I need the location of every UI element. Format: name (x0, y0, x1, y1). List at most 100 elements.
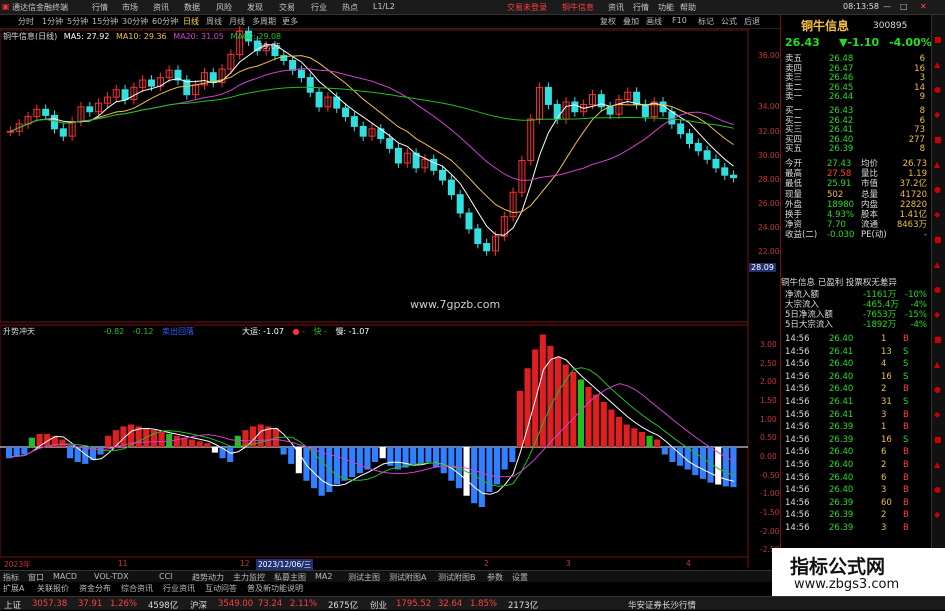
tick-side: B (903, 497, 909, 508)
tool-icon[interactable]: ● (934, 185, 943, 194)
stat-label: 股本 (861, 210, 879, 220)
candle-body (394, 147, 402, 164)
dayun-fast: 快 - (313, 327, 327, 336)
bid-row: 买一 26.43 8 (781, 107, 931, 116)
extension-tab[interactable]: 普及新功能说明 (247, 583, 303, 594)
extension-tab[interactable]: 资金分布 (79, 583, 111, 594)
tick-row: 14:56 26.40 6 B (781, 448, 931, 457)
tick-row: 14:56 26.40 3 B (781, 486, 931, 495)
tool-icon[interactable]: ■ (934, 235, 943, 244)
extension-tab[interactable]: 关联报价 (37, 583, 69, 594)
tool-icon[interactable]: ● (934, 385, 943, 394)
kline-chart-area[interactable] (0, 0, 780, 570)
indicator-bar (638, 432, 645, 447)
stat-row: 换手 4.93% 股本 1.41亿 (781, 211, 931, 220)
tool-icon[interactable]: ■ (934, 435, 943, 444)
indicator-bar (379, 447, 386, 459)
indicator-bar (173, 435, 180, 447)
indicator-bar (288, 447, 295, 464)
tick-time: 14:56 (785, 497, 810, 508)
tool-icon[interactable]: ◆ (934, 110, 943, 119)
tool-icon[interactable]: ◆ (934, 510, 943, 519)
tool-icon[interactable]: ■ (934, 35, 943, 44)
tool-icon[interactable]: ● (934, 485, 943, 494)
tick-volume: 13 (881, 346, 892, 357)
candle-body (183, 79, 191, 96)
indicator-bar (402, 447, 409, 468)
indicator-bar (204, 443, 211, 447)
tick-price: 26.40 (829, 447, 854, 458)
ask-row: 卖五 26.48 6 (781, 55, 931, 64)
extension-tab[interactable]: 互动问答 (205, 583, 237, 594)
main-pane-border (0, 29, 749, 323)
indicator-tab[interactable]: MACD (53, 572, 77, 581)
candle-body (685, 133, 693, 144)
date-label: 12 (240, 559, 250, 568)
indicator-legend: 升势冲天 -0.82 -0.12 卖出回落 (3, 326, 194, 337)
stat-value: 27.43 (827, 159, 852, 169)
close-icon[interactable]: ✕ (920, 2, 927, 11)
indicator-tab[interactable]: MA2 (315, 572, 332, 581)
index-name[interactable]: 上证 (4, 599, 21, 611)
tool-icon[interactable]: ▲ (934, 160, 943, 169)
tool-icon[interactable]: ■ (934, 135, 943, 144)
indicator-bar (196, 441, 203, 447)
candle-body (439, 169, 447, 181)
tool-icon[interactable]: ▲ (934, 460, 943, 469)
extension-tab[interactable]: 综合资讯 (121, 583, 153, 594)
brand-url: www.zbgs3.com (794, 577, 900, 592)
tick-side: B (903, 485, 909, 496)
indicator-bar (532, 349, 539, 447)
indicator-bar (631, 428, 638, 447)
date-label: 4 (686, 559, 691, 568)
stat-label: 今开 (785, 159, 803, 169)
candle-body (342, 107, 350, 118)
indicator-tab[interactable]: CCI (159, 572, 173, 581)
tick-time: 14:56 (785, 447, 810, 458)
tool-icon[interactable]: ◆ (934, 310, 943, 319)
tool-icon[interactable]: ▲ (934, 360, 943, 369)
extension-tab[interactable]: 扩展A (3, 583, 24, 594)
tick-side: S (903, 371, 909, 382)
tool-icon[interactable]: ◆ (934, 410, 943, 419)
stat-value: 4.93% (827, 210, 855, 220)
indicator-tab[interactable]: VOL-TDX (94, 572, 129, 581)
tick-side: S (903, 359, 909, 370)
stat-label: 最低 (785, 179, 803, 190)
candle-body (306, 77, 314, 93)
indicator-bar (509, 447, 516, 462)
ind-y-tick: 0.00 (760, 452, 777, 461)
tool-icon[interactable]: ■ (934, 335, 943, 344)
maximize-icon[interactable]: □ (900, 2, 908, 11)
flow-row: 净流入额 -1161万 -10% (781, 291, 931, 300)
tick-volume: 31 (881, 397, 892, 407)
tick-volume: 2 (881, 510, 887, 521)
index-name[interactable]: 沪深 (190, 599, 207, 611)
flow-value: -1161万 (863, 290, 897, 300)
tool-icon[interactable]: ◆ (934, 210, 943, 219)
tool-icon[interactable]: ▲ (934, 260, 943, 269)
indicator-bar (211, 447, 218, 453)
tool-icon[interactable]: ● (934, 285, 943, 294)
extension-tab[interactable]: 行业资讯 (163, 583, 195, 594)
index-name[interactable]: 创业 (370, 599, 387, 611)
ask-price: 26.48 (829, 54, 854, 64)
tool-icon[interactable]: ▲ (934, 60, 943, 69)
tool-icon[interactable]: ● (934, 85, 943, 94)
stock-code: 300895 (873, 21, 908, 31)
ask-label: 卖三 (785, 73, 803, 84)
stat-value: - (923, 230, 927, 241)
stock-tags: 铜牛信息 已盈利 投票权无差异 (781, 278, 897, 288)
tick-side: B (903, 472, 909, 483)
indicator-bar (699, 447, 706, 479)
indicator-bar (448, 447, 455, 481)
minimize-icon[interactable]: — (883, 2, 891, 11)
index-amount: 2675亿 (328, 601, 359, 611)
price-row: 26.43 ▼-1.10 -4.00% (781, 36, 932, 52)
price-change: ▼-1.10 (839, 36, 880, 49)
bid-row: 买五 26.39 8 (781, 145, 931, 154)
tick-volume: 2 (881, 384, 887, 395)
stat-label: PE(动) (861, 230, 887, 241)
candle-body (59, 128, 67, 137)
flow-row: 5日大宗流入 -1892万 -4% (781, 321, 931, 330)
